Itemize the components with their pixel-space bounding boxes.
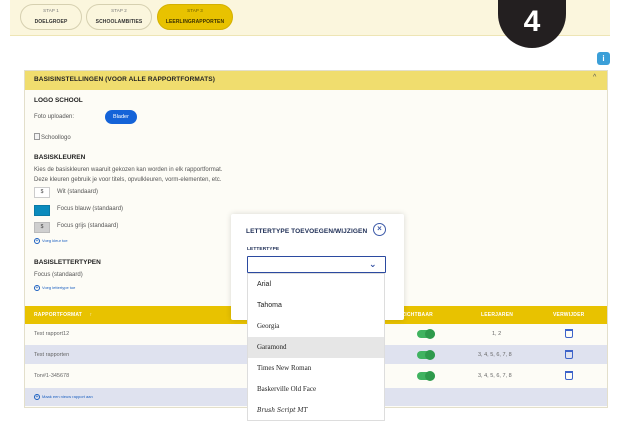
trash-icon[interactable] bbox=[565, 350, 573, 359]
logo-alt-text: Schoollogo bbox=[41, 135, 71, 141]
font-option-garamond[interactable]: Garamond bbox=[248, 337, 384, 358]
row-years: 1, 2 bbox=[492, 331, 502, 337]
panel-title: BASISINSTELLINGEN (VOOR ALLE RAPPORTFORM… bbox=[34, 76, 215, 83]
browse-button[interactable]: Blader bbox=[105, 110, 137, 124]
colors-description-2: Deze kleuren gebruik je voor titels, opv… bbox=[34, 177, 222, 183]
column-header-format-label: RAPPORTFORMAT bbox=[34, 312, 83, 318]
visibility-toggle[interactable] bbox=[417, 350, 435, 360]
step-tab-leerlingrapporten[interactable]: STAP 3 LEERLINGRAPPORTEN bbox=[157, 4, 233, 30]
font-option-brush-script[interactable]: Brush Script MT bbox=[248, 400, 384, 420]
add-report-link[interactable]: + Maak een nieuw rapport aan bbox=[34, 394, 93, 400]
color-label-blue: Focus blauw (standaard) bbox=[57, 206, 124, 212]
row-years: 3, 4, 5, 6, 7, 8 bbox=[478, 352, 512, 358]
column-header-visible: ZICHTBAAR bbox=[402, 312, 433, 318]
toggle-knob bbox=[425, 329, 435, 339]
step-label: SCHOOLAMBITIES bbox=[95, 19, 143, 25]
step-label: DOELGROEP bbox=[34, 19, 68, 25]
add-font-link[interactable]: + Voeg lettertype toe bbox=[34, 285, 75, 291]
logo-heading: LOGO SCHOOL bbox=[34, 97, 83, 104]
colors-heading: BASISKLEUREN bbox=[34, 154, 86, 161]
color-swatch-white[interactable]: $ bbox=[34, 187, 50, 198]
plus-circle-icon: + bbox=[34, 394, 40, 400]
sort-arrow-icon: ↑ bbox=[89, 312, 93, 318]
plus-circle-icon: + bbox=[34, 285, 40, 291]
step-label: LEERLINGRAPPORTEN bbox=[165, 19, 225, 25]
add-report-label: Maak een nieuw rapport aan bbox=[42, 394, 93, 400]
school-logo-image: Schoollogo bbox=[34, 133, 71, 141]
font-option-georgia[interactable]: Georgia bbox=[248, 316, 384, 337]
color-label-gray: Focus grijs (standaard) bbox=[57, 223, 119, 229]
trash-icon[interactable] bbox=[565, 329, 573, 338]
upload-label: Foto uploaden: bbox=[34, 114, 75, 120]
column-header-format[interactable]: RAPPORTFORMAT ↑ bbox=[34, 312, 92, 318]
step-sublabel: STAP 2 bbox=[111, 8, 127, 13]
step-sublabel: STAP 3 bbox=[187, 8, 203, 13]
step-sublabel: STAP 1 bbox=[43, 8, 59, 13]
row-format-name: Ton#1-345678 bbox=[34, 373, 70, 379]
visibility-toggle[interactable] bbox=[417, 329, 435, 339]
color-swatch-gray[interactable]: $ bbox=[34, 222, 50, 233]
font-option-baskerville[interactable]: Baskerville Old Face bbox=[248, 379, 384, 400]
chevron-up-icon[interactable]: ^ bbox=[593, 74, 596, 81]
font-option-arial[interactable]: Arial bbox=[248, 274, 384, 295]
row-format-name: Test rapporten bbox=[34, 352, 70, 358]
add-font-label: Voeg lettertype toe bbox=[42, 285, 76, 291]
font-option-tahoma[interactable]: Tahoma bbox=[248, 295, 384, 316]
row-format-name: Test rapport12 bbox=[34, 331, 70, 337]
colors-description-1: Kies de basiskleuren waaruit gekozen kan… bbox=[34, 167, 223, 173]
fonts-heading: BASISLETTERTYPEN bbox=[34, 259, 101, 266]
plus-circle-icon: + bbox=[34, 238, 40, 244]
column-header-years: LEERJAREN bbox=[481, 312, 514, 318]
column-header-delete: VERWIJDER bbox=[553, 312, 585, 318]
step-number-badge: 4 bbox=[498, 0, 566, 48]
row-years: 3, 4, 5, 6, 7, 8 bbox=[478, 373, 512, 379]
toggle-knob bbox=[425, 371, 435, 381]
font-field-label: LETTERTYPE bbox=[247, 247, 280, 252]
font-option-times-new-roman[interactable]: Times New Roman bbox=[248, 358, 384, 379]
add-color-label: Voeg kleur toe bbox=[42, 238, 68, 244]
close-icon[interactable]: × bbox=[373, 223, 386, 236]
modal-title: LETTERTYPE TOEVOEGEN/WIJZIGEN bbox=[246, 228, 368, 235]
visibility-toggle[interactable] bbox=[417, 371, 435, 381]
font-select[interactable] bbox=[247, 256, 386, 273]
trash-icon[interactable] bbox=[565, 371, 573, 380]
font-dropdown-list: Arial Tahoma Georgia Garamond Times New … bbox=[247, 273, 385, 421]
current-font: Focus (standaard) bbox=[34, 272, 83, 278]
step-tab-doelgroep[interactable]: STAP 1 DOELGROEP bbox=[20, 4, 82, 30]
add-color-link[interactable]: + Voeg kleur toe bbox=[34, 238, 68, 244]
color-label-white: Wit (standaard) bbox=[57, 189, 99, 195]
info-icon[interactable]: i bbox=[597, 52, 610, 65]
broken-image-icon bbox=[34, 133, 40, 140]
chevron-down-icon[interactable]: ⌄ bbox=[369, 256, 377, 273]
step-tab-schoolambities[interactable]: STAP 2 SCHOOLAMBITIES bbox=[86, 4, 152, 30]
color-swatch-blue[interactable] bbox=[34, 205, 50, 216]
toggle-knob bbox=[425, 350, 435, 360]
